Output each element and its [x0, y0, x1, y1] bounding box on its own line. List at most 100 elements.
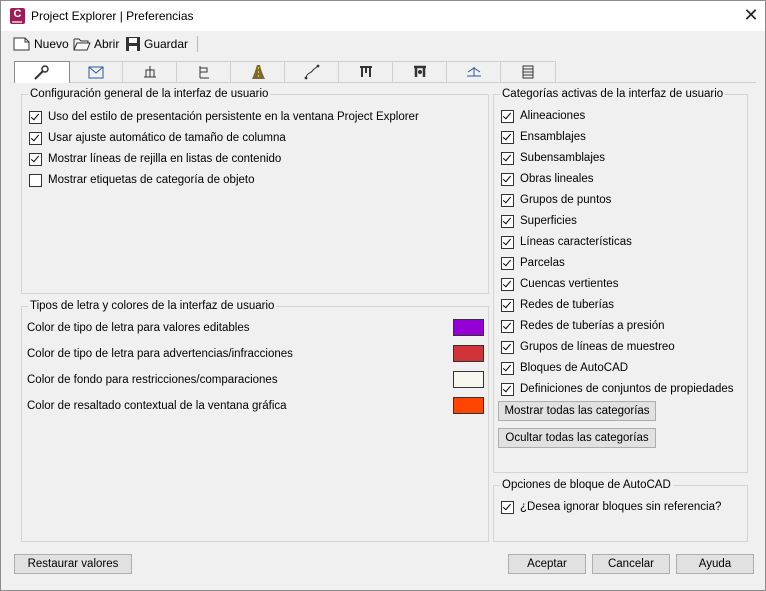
category-item[interactable]: Definiciones de conjuntos de propiedades: [501, 381, 734, 397]
tab-alignments[interactable]: [68, 61, 124, 82]
save-button[interactable]: Guardar: [125, 34, 188, 54]
category-label: Definiciones de conjuntos de propiedades: [520, 383, 734, 395]
tab-underline: [14, 82, 756, 83]
checkbox[interactable]: [501, 214, 514, 228]
category-label: Bloques de AutoCAD: [520, 362, 629, 374]
category-item[interactable]: Parcelas: [501, 255, 565, 271]
category-item[interactable]: Superficies: [501, 213, 577, 229]
color-label: Color de tipo de letra para advertencias…: [27, 348, 293, 360]
color-swatch-warnings[interactable]: [453, 345, 484, 362]
checkbox[interactable]: [501, 361, 514, 375]
tab-sample-lines[interactable]: [446, 61, 502, 82]
toolbar: Nuevo Abrir Guardar: [1, 32, 765, 56]
option-ignore-unreferenced-blocks[interactable]: ¿Desea ignorar bloques sin referencia?: [501, 499, 721, 515]
option-label: Mostrar líneas de rejilla en listas de c…: [48, 153, 282, 165]
checkbox[interactable]: [501, 235, 514, 249]
category-label: Grupos de puntos: [520, 194, 612, 206]
category-item[interactable]: Ensamblajes: [501, 129, 586, 145]
category-item[interactable]: Grupos de puntos: [501, 192, 611, 208]
categories-title: Categorías activas de la interfaz de usu…: [500, 87, 726, 101]
option-persistent-style[interactable]: Uso del estilo de presentación persisten…: [29, 109, 419, 125]
category-label: Redes de tuberías: [520, 299, 614, 311]
tab-feature-lines[interactable]: [284, 61, 340, 82]
option-label: Mostrar etiquetas de categoría de objeto: [48, 174, 255, 186]
new-button[interactable]: Nuevo: [13, 34, 69, 54]
fonts-colors-title: Tipos de letra y colores de la interfaz …: [28, 299, 277, 313]
checkbox[interactable]: [501, 340, 514, 354]
block-options-title: Opciones de bloque de AutoCAD: [500, 478, 673, 492]
subassembly-icon: [199, 66, 209, 79]
checkbox[interactable]: [501, 277, 514, 291]
categories-group: Categorías activas de la interfaz de usu…: [493, 87, 748, 473]
hide-all-categories-button[interactable]: Ocultar todas las categorías: [498, 428, 656, 448]
category-label: Cuencas vertientes: [520, 278, 619, 290]
checkbox[interactable]: [501, 151, 514, 165]
preferences-dialog: C Project Explorer | Preferencias ✕ Nuev…: [0, 0, 766, 591]
category-item[interactable]: Bloques de AutoCAD: [501, 360, 628, 376]
alignment-view-icon: [88, 66, 104, 79]
checkbox[interactable]: [501, 109, 514, 123]
color-swatch-constraints[interactable]: [453, 371, 484, 388]
title-bar: C Project Explorer | Preferencias ✕: [1, 1, 765, 31]
show-all-categories-button[interactable]: Mostrar todas las categorías: [498, 401, 656, 421]
tab-corridors[interactable]: [230, 61, 286, 82]
color-row-highlight: Color de resaltado contextual de la vent…: [27, 397, 487, 415]
color-row-editable: Color de tipo de letra para valores edit…: [27, 319, 487, 337]
tab-general[interactable]: [14, 61, 70, 83]
tab-subassemblies[interactable]: [176, 61, 232, 82]
tab-assemblies[interactable]: [122, 61, 178, 82]
color-label: Color de fondo para restricciones/compar…: [27, 374, 278, 386]
restore-defaults-button[interactable]: Restaurar valores: [14, 554, 132, 574]
checkbox[interactable]: [501, 256, 514, 270]
pressure-network-icon: [414, 65, 426, 77]
tab-pipe-networks[interactable]: [338, 61, 394, 82]
category-item[interactable]: Subensamblajes: [501, 150, 605, 166]
category-label: Redes de tuberías a presión: [520, 320, 665, 332]
color-swatch-editable[interactable]: [453, 319, 484, 336]
help-button[interactable]: Ayuda: [676, 554, 754, 574]
corridor-icon: [252, 65, 265, 79]
option-category-labels[interactable]: Mostrar etiquetas de categoría de objeto: [29, 172, 255, 188]
cancel-button[interactable]: Cancelar: [592, 554, 670, 574]
color-label: Color de tipo de letra para valores edit…: [27, 322, 250, 334]
close-icon[interactable]: ✕: [741, 5, 761, 25]
category-item[interactable]: Obras lineales: [501, 171, 594, 187]
category-item[interactable]: Alineaciones: [501, 108, 585, 124]
checkbox[interactable]: [501, 193, 514, 207]
checkbox[interactable]: [501, 500, 514, 514]
category-item[interactable]: Redes de tuberías: [501, 297, 614, 313]
option-grid-lines[interactable]: Mostrar líneas de rejilla en listas de c…: [29, 151, 281, 167]
color-row-constraints: Color de fondo para restricciones/compar…: [27, 371, 487, 389]
save-disk-icon: [126, 37, 140, 51]
toolbar-separator: [197, 36, 198, 52]
tab-pressure-networks[interactable]: [392, 61, 448, 82]
sample-line-icon: [467, 67, 481, 77]
option-auto-column-size[interactable]: Usar ajuste automático de tamaño de colu…: [29, 130, 286, 146]
category-item[interactable]: Cuencas vertientes: [501, 276, 618, 292]
category-label: Parcelas: [520, 257, 565, 269]
checkbox[interactable]: [29, 173, 42, 187]
checkbox[interactable]: [501, 298, 514, 312]
checkbox[interactable]: [501, 319, 514, 333]
checkbox[interactable]: [501, 382, 514, 396]
fonts-colors-group: Tipos de letra y colores de la interfaz …: [21, 299, 489, 542]
open-folder-icon: [73, 38, 91, 51]
category-label: Ensamblajes: [520, 131, 586, 143]
table-icon: [522, 65, 534, 79]
checkbox[interactable]: [29, 131, 42, 145]
color-row-warnings: Color de tipo de letra para advertencias…: [27, 345, 487, 363]
tab-property-sets[interactable]: [500, 61, 556, 82]
checkbox[interactable]: [29, 110, 42, 124]
category-label: Subensamblajes: [520, 152, 606, 164]
color-swatch-highlight[interactable]: [453, 397, 484, 414]
checkbox[interactable]: [501, 130, 514, 144]
category-item[interactable]: Líneas características: [501, 234, 632, 250]
checkbox[interactable]: [29, 152, 42, 166]
open-button[interactable]: Abrir: [73, 34, 119, 54]
open-label: Abrir: [94, 37, 120, 51]
save-label: Guardar: [144, 37, 189, 51]
category-item[interactable]: Grupos de líneas de muestreo: [501, 339, 675, 355]
category-item[interactable]: Redes de tuberías a presión: [501, 318, 664, 334]
checkbox[interactable]: [501, 172, 514, 186]
accept-button[interactable]: Aceptar: [508, 554, 586, 574]
